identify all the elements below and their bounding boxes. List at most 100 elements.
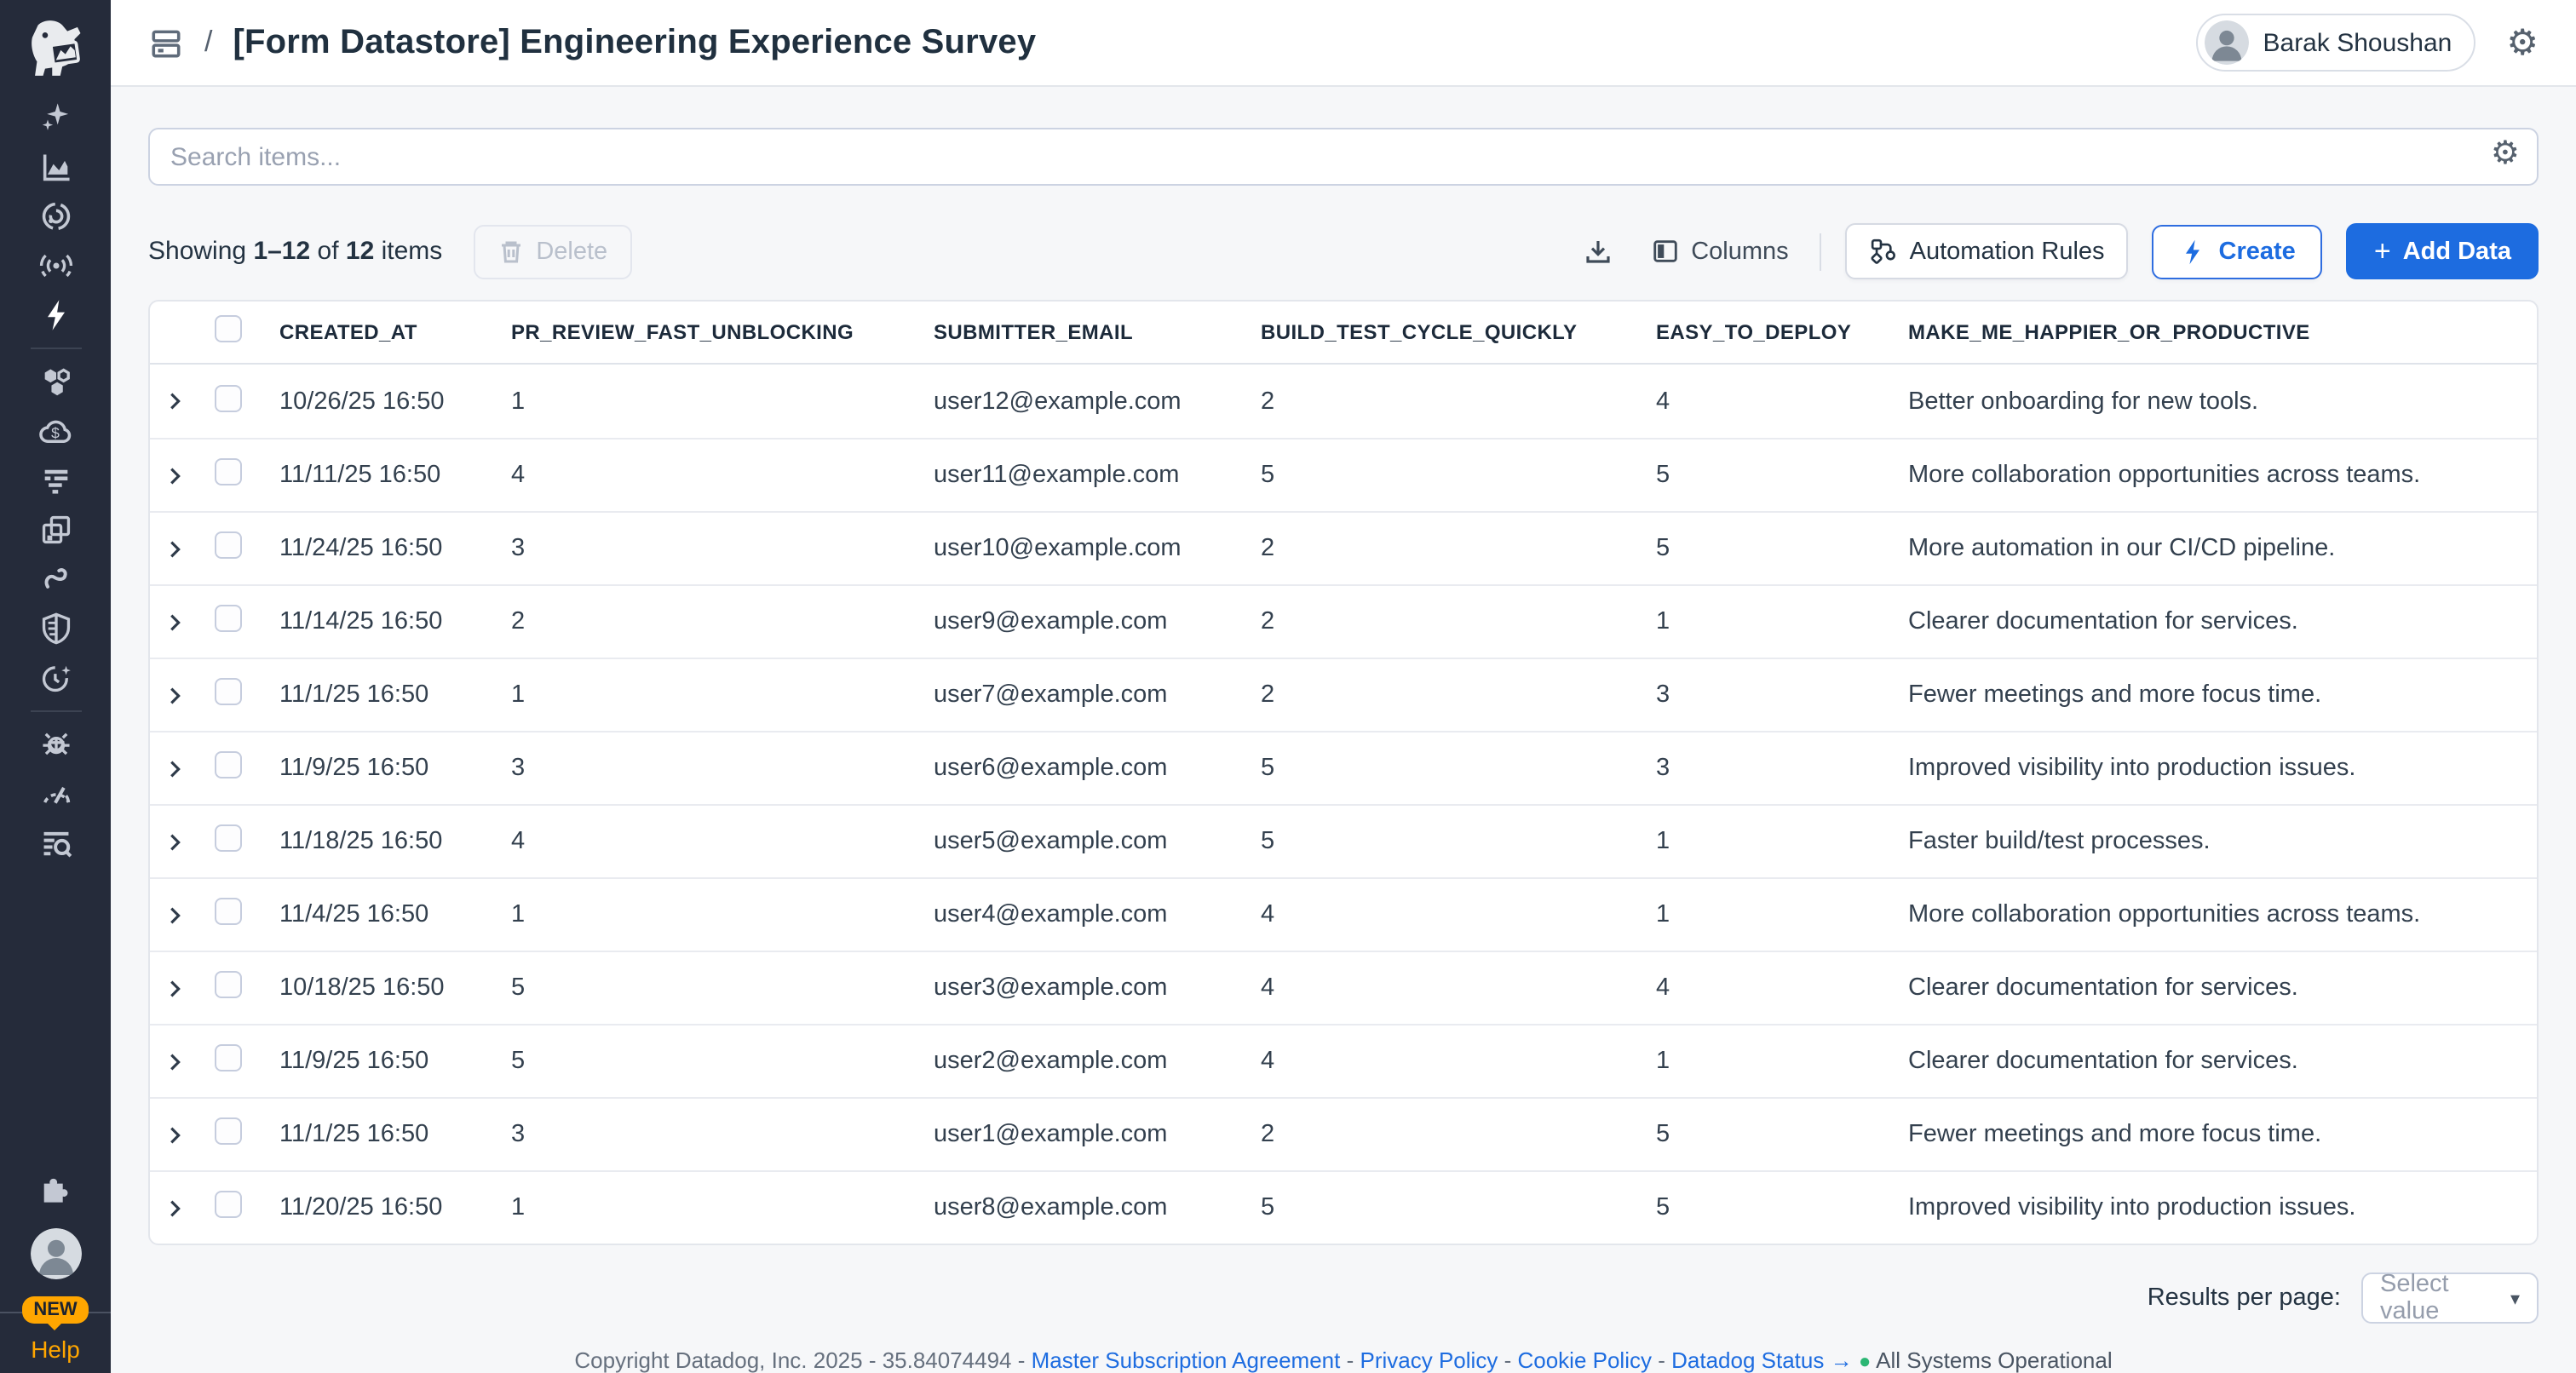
cell-created-at: 11/9/25 16:50 <box>279 755 511 782</box>
nav-security-shield-icon[interactable] <box>25 612 86 646</box>
row-checkbox[interactable] <box>215 678 242 705</box>
nav-hexagons-icon[interactable] <box>25 365 86 399</box>
row-expand-cell <box>150 977 215 999</box>
select-all-checkbox[interactable] <box>215 315 242 342</box>
cell-build-test: 4 <box>1261 974 1656 1002</box>
link-master-subscription[interactable]: Master Subscription Agreement <box>1032 1347 1341 1373</box>
automation-rules-button[interactable]: Automation Rules <box>1845 223 2129 279</box>
results-per-page-label: Results per page: <box>2148 1284 2341 1312</box>
cell-created-at: 11/1/25 16:50 <box>279 681 511 709</box>
nav-radar-icon[interactable] <box>25 199 86 233</box>
row-checkbox[interactable] <box>215 531 242 559</box>
row-checkbox[interactable] <box>215 384 242 411</box>
chevron-right-icon[interactable] <box>163 390 185 412</box>
nav-pipelines-icon[interactable] <box>25 562 86 596</box>
row-checkbox[interactable] <box>215 1044 242 1071</box>
row-checkbox[interactable] <box>215 898 242 925</box>
link-privacy-policy[interactable]: Privacy Policy <box>1360 1347 1498 1373</box>
nav-cloud-cost-icon[interactable]: $ <box>25 414 86 448</box>
nav-metrics-icon[interactable] <box>25 150 86 184</box>
cell-created-at: 10/26/25 16:50 <box>279 388 511 415</box>
nav-audit-search-icon[interactable] <box>25 826 86 860</box>
column-header-easy-to-deploy[interactable]: EASY_TO_DEPLOY <box>1656 320 1908 344</box>
table-row: 11/4/25 16:50 1 user4@example.com 4 1 Mo… <box>150 877 2537 951</box>
create-button[interactable]: Create <box>2153 224 2323 279</box>
automation-rules-label: Automation Rules <box>1910 238 2105 265</box>
chevron-right-icon[interactable] <box>163 830 185 853</box>
add-data-button[interactable]: + Add Data <box>2347 223 2539 279</box>
status-dot-icon: ● <box>1859 1349 1872 1373</box>
cell-build-test: 2 <box>1261 1121 1656 1148</box>
chevron-right-icon[interactable] <box>163 1197 185 1219</box>
column-header-make-me-happier[interactable]: MAKE_ME_HAPPIER_OR_PRODUCTIVE <box>1908 320 2537 344</box>
new-badge[interactable]: NEW <box>21 1296 89 1324</box>
topbar-right: Barak Shoushan ⚙ <box>2197 14 2539 72</box>
header-checkbox-cell <box>215 315 279 349</box>
chevron-right-icon[interactable] <box>163 904 185 926</box>
cell-make-me-happier: More automation in our CI/CD pipeline. <box>1908 535 2537 562</box>
datadog-logo[interactable] <box>0 0 111 97</box>
cell-created-at: 10/18/25 16:50 <box>279 974 511 1002</box>
chevron-right-icon[interactable] <box>163 1123 185 1146</box>
columns-button[interactable]: Columns <box>1643 227 1795 276</box>
cell-easy-to-deploy: 5 <box>1656 1121 1908 1148</box>
cell-submitter-email: user10@example.com <box>934 535 1261 562</box>
nav-bug-icon[interactable] <box>25 727 86 761</box>
cell-make-me-happier: More collaboration opportunities across … <box>1908 462 2537 489</box>
cell-submitter-email: user12@example.com <box>934 388 1261 415</box>
chevron-right-icon[interactable] <box>163 757 185 779</box>
row-checkbox[interactable] <box>215 458 242 485</box>
row-checkbox[interactable] <box>215 824 242 852</box>
chevron-right-icon[interactable] <box>163 537 185 560</box>
row-checkbox-cell <box>215 971 279 1005</box>
row-checkbox[interactable] <box>215 605 242 632</box>
chevron-right-icon[interactable] <box>163 977 185 999</box>
row-checkbox[interactable] <box>215 971 242 998</box>
column-header-created-at[interactable]: CREATED_AT <box>279 320 511 344</box>
cell-build-test: 5 <box>1261 755 1656 782</box>
row-checkbox[interactable] <box>215 1117 242 1145</box>
cell-submitter-email: user7@example.com <box>934 681 1261 709</box>
chevron-right-icon[interactable] <box>163 611 185 633</box>
row-checkbox-cell <box>215 1191 279 1225</box>
search-settings-gear-icon[interactable]: ⚙ <box>2491 138 2520 170</box>
row-checkbox[interactable] <box>215 751 242 778</box>
nav-apps-icon[interactable] <box>25 513 86 547</box>
table-row: 11/14/25 16:50 2 user9@example.com 2 1 C… <box>150 584 2537 658</box>
nav-logs-icon[interactable] <box>25 463 86 497</box>
cell-easy-to-deploy: 5 <box>1656 462 1908 489</box>
search-input[interactable] <box>148 128 2539 186</box>
nav-signal-icon[interactable] <box>25 249 86 283</box>
cell-created-at: 11/18/25 16:50 <box>279 828 511 855</box>
download-button[interactable] <box>1575 226 1619 277</box>
row-expand-cell <box>150 1123 215 1146</box>
nav-sparkles-icon[interactable] <box>25 101 86 135</box>
user-menu[interactable]: Barak Shoushan <box>2197 14 2476 72</box>
chevron-right-icon[interactable] <box>163 1050 185 1072</box>
help-link[interactable]: Help <box>31 1336 80 1363</box>
column-header-submitter-email[interactable]: SUBMITTER_EMAIL <box>934 320 1261 344</box>
cell-created-at: 11/20/25 16:50 <box>279 1194 511 1221</box>
chevron-right-icon[interactable] <box>163 684 185 706</box>
column-header-pr-review[interactable]: PR_REVIEW_FAST_UNBLOCKING <box>511 320 934 344</box>
chevron-right-icon[interactable] <box>163 464 185 486</box>
results-per-page-select[interactable]: Select value ▾ <box>2361 1272 2539 1324</box>
link-cookie-policy[interactable]: Cookie Policy <box>1517 1347 1652 1373</box>
nav-clock-sparkle-icon[interactable] <box>25 661 86 695</box>
settings-gear-icon[interactable]: ⚙ <box>2506 25 2539 60</box>
nav-puzzle-icon[interactable] <box>25 1170 86 1204</box>
delete-button[interactable]: Delete <box>473 224 631 279</box>
copyright-text: Copyright Datadog, Inc. 2025 - 35.840744… <box>574 1347 1031 1373</box>
link-datadog-status[interactable]: Datadog Status → <box>1671 1347 1852 1373</box>
cell-created-at: 11/11/25 16:50 <box>279 462 511 489</box>
plus-icon: + <box>2374 237 2391 266</box>
create-label: Create <box>2219 238 2296 265</box>
sidebar-user-avatar[interactable] <box>30 1228 81 1279</box>
row-checkbox[interactable] <box>215 1191 242 1218</box>
nav-gauge-icon[interactable] <box>25 777 86 811</box>
cell-easy-to-deploy: 3 <box>1656 681 1908 709</box>
nav-lightning-icon[interactable] <box>25 298 86 332</box>
user-avatar <box>2205 20 2250 65</box>
datastore-icon[interactable] <box>148 25 184 60</box>
column-header-build-test[interactable]: BUILD_TEST_CYCLE_QUICKLY <box>1261 320 1656 344</box>
